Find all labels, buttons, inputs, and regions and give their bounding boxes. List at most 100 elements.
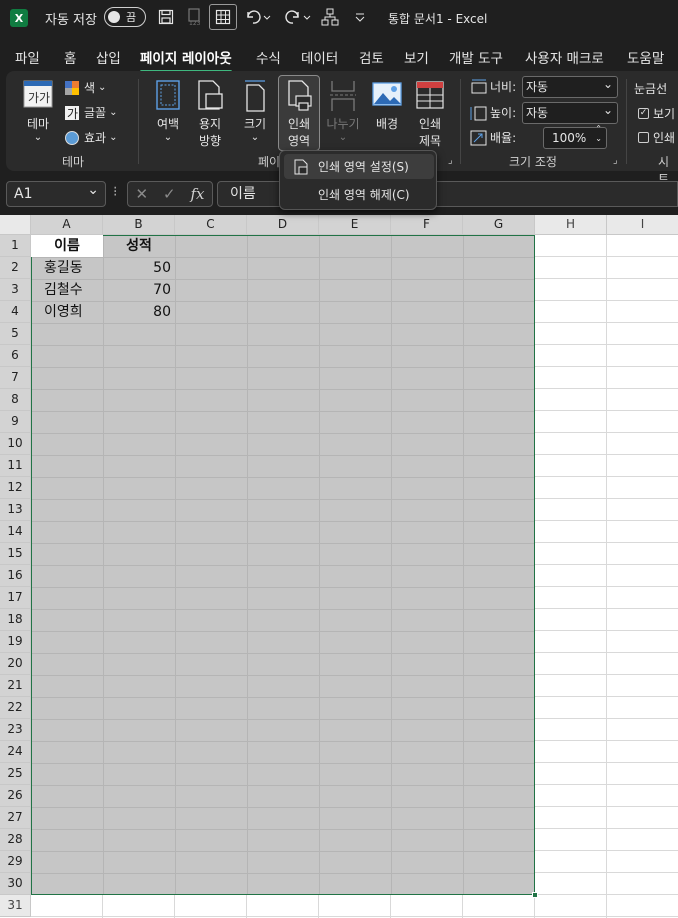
row-header-14[interactable]: 14: [0, 521, 31, 543]
column-header-a[interactable]: A: [31, 215, 103, 235]
column-header-i[interactable]: I: [607, 215, 678, 235]
column-header-b[interactable]: B: [103, 215, 175, 235]
row-header-1[interactable]: 1: [0, 235, 31, 257]
dialog-launcher-icon[interactable]: ⌟: [448, 155, 453, 166]
tab-file[interactable]: 파일: [15, 47, 40, 67]
undo-icon[interactable]: [242, 6, 274, 28]
row-header-11[interactable]: 11: [0, 455, 31, 477]
gridlines-print-checkbox[interactable]: 인쇄: [638, 129, 675, 146]
tab-user-macros[interactable]: 사용자 매크로: [525, 47, 604, 67]
row-header-17[interactable]: 17: [0, 587, 31, 609]
column-header-h[interactable]: H: [535, 215, 607, 235]
cell-a4[interactable]: 이영희: [44, 301, 83, 323]
cell-a2[interactable]: 홍길동: [44, 257, 83, 279]
row-header-6[interactable]: 6: [0, 345, 31, 367]
breaks-button[interactable]: 나누기 ⌄: [326, 79, 360, 143]
width-combo[interactable]: 자동: [522, 74, 618, 98]
cell-b3[interactable]: 70: [103, 279, 171, 301]
row-header-4[interactable]: 4: [0, 301, 31, 323]
row-header-15[interactable]: 15: [0, 543, 31, 565]
clear-print-area-item[interactable]: 인쇄 영역 해제(C): [284, 182, 434, 207]
row-header-8[interactable]: 8: [0, 389, 31, 411]
row-header-2[interactable]: 2: [0, 257, 31, 279]
row-header-18[interactable]: 18: [0, 609, 31, 631]
fill-handle[interactable]: [532, 892, 538, 898]
cell-a3[interactable]: 김철수: [44, 279, 83, 301]
row-header-26[interactable]: 26: [0, 785, 31, 807]
size-button[interactable]: 크기 ⌄: [240, 79, 270, 143]
autosave-toggle[interactable]: 끔: [104, 7, 146, 27]
row-header-24[interactable]: 24: [0, 741, 31, 763]
hierarchy-icon[interactable]: [318, 6, 342, 28]
tab-home[interactable]: 홈: [64, 47, 76, 67]
row-header-23[interactable]: 23: [0, 719, 31, 741]
cancel-icon[interactable]: ✕: [135, 185, 148, 203]
row-header-29[interactable]: 29: [0, 851, 31, 873]
tab-page-layout[interactable]: 페이지 레이아웃: [140, 47, 232, 73]
row-header-3[interactable]: 3: [0, 279, 31, 301]
redo-icon[interactable]: [282, 6, 314, 28]
print-preview-icon[interactable]: 123: [182, 6, 206, 28]
print-titles-button[interactable]: 인쇄 제목: [412, 79, 448, 149]
themes-button[interactable]: 가가 테마 ⌄: [20, 79, 56, 143]
row-header-9[interactable]: 9: [0, 411, 31, 433]
select-all-corner[interactable]: [0, 215, 31, 235]
save-icon[interactable]: [154, 6, 178, 28]
column-header-f[interactable]: F: [391, 215, 463, 235]
row-header-7[interactable]: 7: [0, 367, 31, 389]
insert-function-icon[interactable]: fx: [191, 185, 205, 203]
tab-formulas[interactable]: 수식: [256, 47, 281, 67]
margins-button[interactable]: 여백 ⌄: [150, 79, 186, 143]
customize-toolbar-icon[interactable]: [348, 6, 372, 28]
print-area-menu: 인쇄 영역 설정(S) 인쇄 영역 해제(C): [279, 150, 437, 210]
spinner-arrows-icon[interactable]: ⌃ ⌄: [595, 124, 602, 144]
cell-b2[interactable]: 50: [103, 257, 171, 279]
effects-button[interactable]: 효과 ⌄: [64, 129, 117, 146]
tab-developer[interactable]: 개발 도구: [449, 47, 503, 67]
orientation-button[interactable]: 용지 방향: [192, 79, 228, 149]
background-button[interactable]: 배경: [370, 79, 404, 132]
column-header-d[interactable]: D: [247, 215, 319, 235]
row-header-28[interactable]: 28: [0, 829, 31, 851]
row-header-22[interactable]: 22: [0, 697, 31, 719]
set-print-area-item[interactable]: 인쇄 영역 설정(S): [284, 154, 434, 179]
row-header-31[interactable]: 31: [0, 895, 31, 917]
tab-insert[interactable]: 삽입: [96, 47, 121, 67]
cell-a1[interactable]: 이름: [31, 235, 103, 257]
row-header-21[interactable]: 21: [0, 675, 31, 697]
row-header-19[interactable]: 19: [0, 631, 31, 653]
tab-data[interactable]: 데이터: [301, 47, 338, 67]
cell-b4[interactable]: 80: [103, 301, 171, 323]
breaks-label: 나누기: [326, 117, 360, 131]
gridlines-view-checkbox[interactable]: ✓ 보기: [638, 105, 675, 122]
column-header-c[interactable]: C: [175, 215, 247, 235]
row-header-27[interactable]: 27: [0, 807, 31, 829]
selected-range[interactable]: [31, 235, 535, 895]
checkbox-empty-icon[interactable]: [638, 132, 649, 143]
row-header-13[interactable]: 13: [0, 499, 31, 521]
row-header-30[interactable]: 30: [0, 873, 31, 895]
row-header-16[interactable]: 16: [0, 565, 31, 587]
tab-help[interactable]: 도움말: [627, 47, 664, 67]
row-header-10[interactable]: 10: [0, 433, 31, 455]
more-options-icon[interactable]: ⁝: [113, 184, 117, 200]
row-header-5[interactable]: 5: [0, 323, 31, 345]
tab-view[interactable]: 보기: [404, 47, 429, 67]
column-header-e[interactable]: E: [319, 215, 391, 235]
table-grid-icon[interactable]: [209, 4, 237, 30]
row-header-25[interactable]: 25: [0, 763, 31, 785]
height-combo[interactable]: 자동: [522, 100, 618, 124]
row-header-12[interactable]: 12: [0, 477, 31, 499]
fonts-button[interactable]: 가 글꼴 ⌄: [64, 104, 117, 121]
dialog-launcher-icon[interactable]: ⌟: [613, 155, 618, 166]
name-box[interactable]: A1: [6, 178, 106, 207]
confirm-icon[interactable]: ✓: [163, 185, 176, 203]
colors-button[interactable]: 색 ⌄: [64, 79, 106, 96]
print-area-button[interactable]: 인쇄 영역: [278, 75, 320, 151]
column-header-g[interactable]: G: [463, 215, 535, 235]
tab-review[interactable]: 검토: [359, 47, 384, 67]
scale-spinner[interactable]: 100% ⌃ ⌄: [543, 124, 607, 149]
row-header-20[interactable]: 20: [0, 653, 31, 675]
checkbox-checked-icon[interactable]: ✓: [638, 108, 649, 119]
cell-b1[interactable]: 성적: [103, 235, 175, 257]
